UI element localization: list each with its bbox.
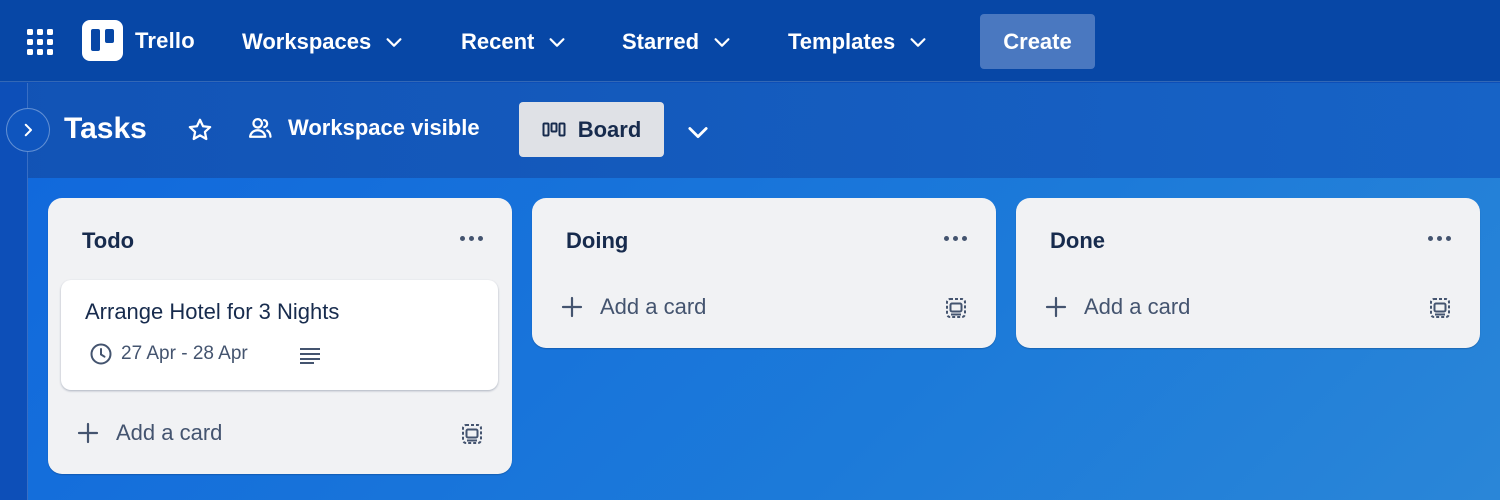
board-title[interactable]: Tasks (64, 112, 147, 146)
visibility-button[interactable]: Workspace visible (246, 114, 480, 142)
plus-icon (561, 296, 583, 318)
board-header (0, 83, 1500, 178)
card[interactable]: Arrange Hotel for 3 Nights 27 Apr - 28 A… (61, 280, 498, 390)
starred-label: Starred (622, 29, 700, 54)
list-todo: Todo Arrange Hotel for 3 Nights 27 Apr -… (48, 198, 512, 474)
chevron-down-icon (688, 127, 708, 139)
card-template-icon[interactable] (460, 422, 484, 446)
workspaces-label: Workspaces (242, 29, 372, 54)
card-due-dates: 27 Apr - 28 Apr (89, 342, 248, 366)
create-button[interactable]: Create (980, 14, 1095, 69)
card-template-icon[interactable] (1428, 296, 1452, 320)
list-doing: Doing Add a card (532, 198, 996, 348)
logo-text: Trello (135, 27, 195, 53)
visibility-label: Workspace visible (288, 115, 480, 140)
add-card-button[interactable]: Add a card (76, 420, 222, 446)
chevron-right-icon (24, 123, 32, 137)
more-icon[interactable] (1428, 236, 1452, 242)
top-navigation: Trello Workspaces Recent Starred Templat… (0, 0, 1500, 82)
add-card-button[interactable]: Add a card (560, 294, 706, 320)
add-card-label: Add a card (1084, 294, 1191, 319)
list-title[interactable]: Done (1050, 228, 1105, 254)
card-template-icon[interactable] (944, 296, 968, 320)
trello-logo-icon (82, 20, 123, 61)
card-dates-text: 27 Apr - 28 Apr (121, 343, 248, 364)
plus-icon (77, 422, 99, 444)
more-icon[interactable] (944, 236, 968, 242)
clock-icon (90, 343, 112, 365)
recent-label: Recent (461, 29, 535, 54)
card-title: Arrange Hotel for 3 Nights (85, 299, 340, 324)
board-view-label: Board (577, 116, 642, 142)
chevron-down-icon (549, 38, 565, 47)
list-title[interactable]: Doing (566, 228, 628, 254)
chevron-down-icon (714, 38, 730, 47)
starred-menu[interactable]: Starred (622, 24, 733, 60)
view-switcher-button[interactable] (684, 118, 712, 146)
star-icon (188, 118, 212, 141)
expand-sidebar-button[interactable] (6, 108, 50, 152)
trello-logo[interactable]: Trello (82, 20, 195, 61)
list-title[interactable]: Todo (82, 228, 134, 254)
list-done: Done Add a card (1016, 198, 1480, 348)
star-board-button[interactable] (186, 116, 214, 144)
add-card-label: Add a card (116, 420, 223, 445)
recent-menu[interactable]: Recent (461, 24, 568, 60)
board-view-icon (542, 122, 566, 136)
plus-icon (1045, 296, 1067, 318)
chevron-down-icon (910, 38, 926, 47)
templates-menu[interactable]: Templates (788, 24, 929, 60)
people-icon (248, 118, 272, 138)
description-icon (300, 348, 320, 364)
more-icon[interactable] (460, 236, 484, 242)
workspaces-menu[interactable]: Workspaces (242, 24, 405, 60)
grid-icon[interactable] (24, 26, 56, 58)
chevron-down-icon (386, 38, 402, 47)
add-card-label: Add a card (600, 294, 707, 319)
board-view-button[interactable]: Board (519, 102, 664, 157)
templates-label: Templates (788, 29, 896, 54)
add-card-button[interactable]: Add a card (1044, 294, 1190, 320)
